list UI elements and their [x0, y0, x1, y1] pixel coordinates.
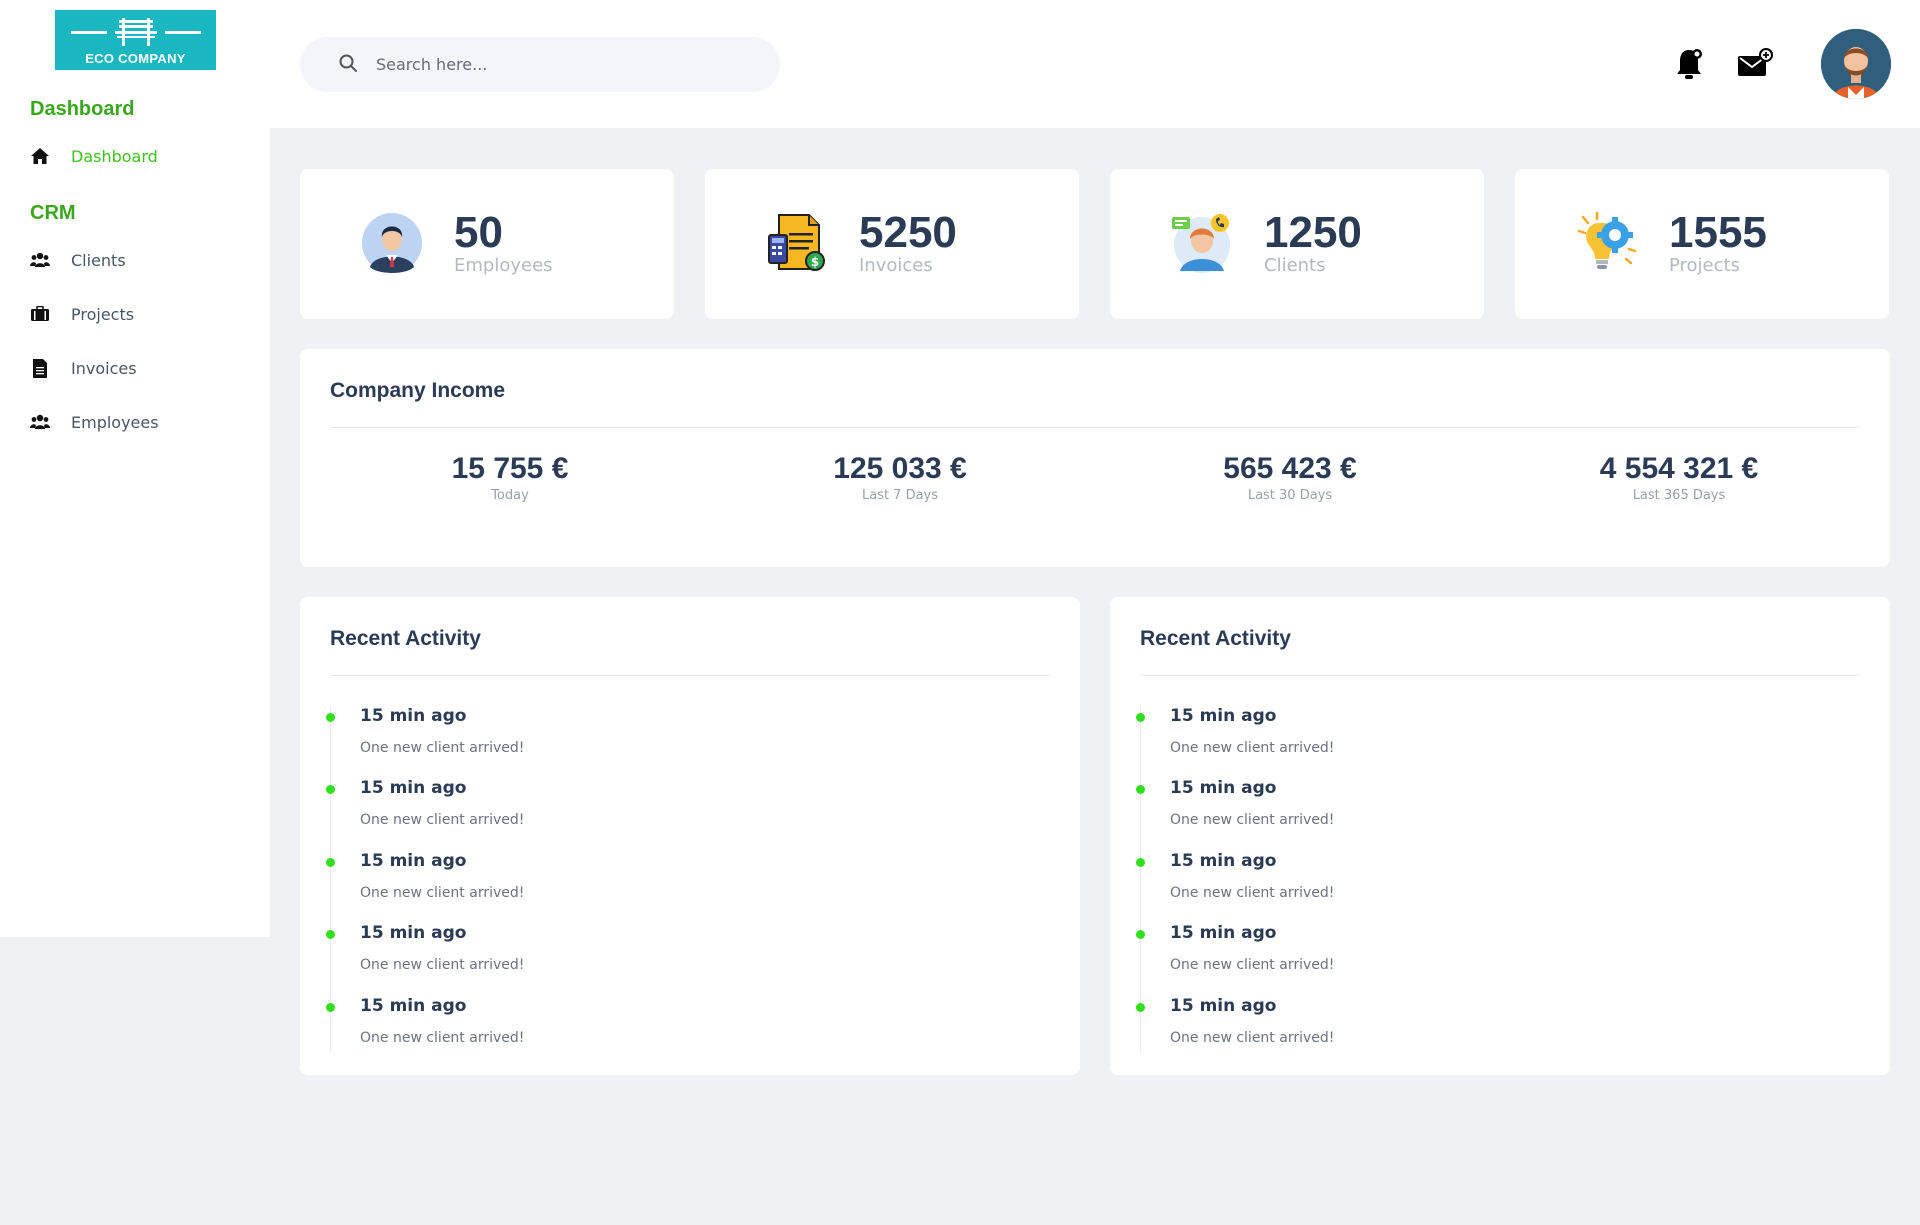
status-dot — [326, 785, 335, 794]
stat-value: 1555 — [1669, 208, 1767, 257]
stat-value: 5250 — [859, 208, 957, 257]
activity-time: 15 min ago — [360, 778, 467, 798]
income-today: 15 755 € Today — [360, 452, 660, 503]
income-365-days: 4 554 321 € Last 365 Days — [1529, 452, 1829, 503]
status-dot — [326, 713, 335, 722]
sidebar-item-invoices[interactable]: Invoices — [30, 354, 137, 382]
sidebar-item-employees[interactable]: Employees — [30, 408, 159, 436]
top-header — [270, 0, 1920, 128]
income-amount: 125 033 € — [833, 452, 967, 485]
activity-text: One new client arrived! — [1170, 885, 1335, 901]
activity-text: One new client arrived! — [1170, 740, 1335, 756]
stat-card-employees[interactable]: 50 Employees — [300, 169, 674, 319]
activity-text: One new client arrived! — [1170, 812, 1335, 828]
activity-text: One new client arrived! — [1170, 957, 1335, 973]
company-income-card: Company Income 15 755 € Today 125 033 € … — [300, 349, 1890, 567]
activity-text: One new client arrived! — [360, 740, 525, 756]
activity-time: 15 min ago — [360, 706, 467, 726]
sidebar-item-projects[interactable]: Projects — [30, 300, 134, 328]
svg-text:$: $ — [811, 255, 819, 269]
income-period: Last 365 Days — [1632, 488, 1726, 503]
document-icon — [30, 358, 50, 378]
income-period: Last 7 Days — [861, 488, 939, 503]
activity-text: One new client arrived! — [360, 885, 525, 901]
divider — [330, 675, 1050, 676]
section-dashboard-heading: Dashboard — [30, 98, 135, 120]
income-amount: 565 423 € — [1223, 452, 1357, 485]
users-icon — [30, 412, 50, 432]
logo-text: ECO COMPANY — [85, 51, 186, 66]
income-amount: 15 755 € — [451, 452, 569, 485]
stat-card-invoices[interactable]: $ 5250 Invoices — [705, 169, 1079, 319]
activity-time: 15 min ago — [1170, 851, 1277, 871]
stat-value: 50 — [454, 208, 503, 257]
income-period: Today — [491, 488, 529, 503]
income-7-days: 125 033 € Last 7 Days — [750, 452, 1050, 503]
bell-icon[interactable] — [1674, 46, 1704, 86]
stat-value: 1250 — [1264, 208, 1362, 257]
activity-time: 15 min ago — [1170, 706, 1277, 726]
sidebar-item-dashboard[interactable]: Dashboard — [30, 142, 158, 170]
search-input[interactable] — [376, 55, 756, 74]
status-dot — [326, 1003, 335, 1012]
stat-card-projects[interactable]: 1555 Projects — [1515, 169, 1889, 319]
mail-icon[interactable] — [1736, 46, 1774, 84]
sidebar-item-clients[interactable]: Clients — [30, 246, 126, 274]
idea-gear-icon — [1575, 211, 1639, 275]
users-icon — [30, 250, 50, 270]
status-dot — [1136, 858, 1145, 867]
recent-activity-card-left: Recent Activity 15 min ago One new clien… — [300, 597, 1080, 1075]
stat-card-clients[interactable]: 1250 Clients — [1110, 169, 1484, 319]
activity-time: 15 min ago — [1170, 996, 1277, 1016]
stat-label: Clients — [1264, 255, 1326, 276]
stat-label: Projects — [1669, 255, 1740, 276]
search-icon[interactable] — [338, 53, 358, 77]
sidebar-item-label: Dashboard — [71, 146, 158, 166]
status-dot — [326, 858, 335, 867]
client-support-icon — [1170, 211, 1234, 275]
sidebar: ECO COMPANY Dashboard Dashboard CRM Clie… — [0, 0, 270, 937]
activity-time: 15 min ago — [1170, 923, 1277, 943]
status-dot — [1136, 930, 1145, 939]
card-title: Recent Activity — [330, 627, 481, 650]
income-amount: 4 554 321 € — [1599, 452, 1759, 485]
section-crm-heading: CRM — [30, 202, 76, 224]
company-logo[interactable]: ECO COMPANY — [55, 10, 216, 70]
divider — [330, 427, 1860, 428]
activity-text: One new client arrived! — [1170, 1030, 1335, 1046]
status-dot — [1136, 1003, 1145, 1012]
sidebar-item-label: Clients — [71, 250, 126, 270]
stat-label: Invoices — [859, 255, 933, 276]
income-period: Last 30 Days — [1247, 488, 1333, 503]
timeline-line — [330, 707, 331, 1052]
income-30-days: 565 423 € Last 30 Days — [1140, 452, 1440, 503]
bench-logo-icon — [71, 18, 201, 46]
activity-time: 15 min ago — [360, 923, 467, 943]
home-icon — [30, 146, 50, 166]
sidebar-item-label: Invoices — [71, 358, 137, 378]
activity-time: 15 min ago — [360, 996, 467, 1016]
sidebar-item-label: Employees — [71, 412, 159, 432]
sidebar-item-label: Projects — [71, 304, 135, 324]
status-dot — [1136, 713, 1145, 722]
activity-text: One new client arrived! — [360, 812, 525, 828]
activity-time: 15 min ago — [1170, 778, 1277, 798]
timeline-line — [1140, 707, 1141, 1052]
invoice-icon: $ — [765, 211, 829, 275]
card-title: Recent Activity — [1140, 627, 1291, 650]
status-dot — [1136, 785, 1145, 794]
status-dot — [326, 930, 335, 939]
recent-activity-card-right: Recent Activity 15 min ago One new clien… — [1110, 597, 1890, 1075]
activity-text: One new client arrived! — [360, 1030, 525, 1046]
briefcase-icon — [30, 304, 50, 324]
card-title: Company Income — [330, 379, 506, 402]
activity-time: 15 min ago — [360, 851, 467, 871]
activity-text: One new client arrived! — [360, 957, 525, 973]
divider — [1140, 675, 1860, 676]
avatar[interactable] — [1821, 29, 1891, 99]
search-bar[interactable] — [300, 37, 780, 92]
employee-avatar-icon — [360, 211, 424, 275]
stat-label: Employees — [454, 255, 553, 276]
